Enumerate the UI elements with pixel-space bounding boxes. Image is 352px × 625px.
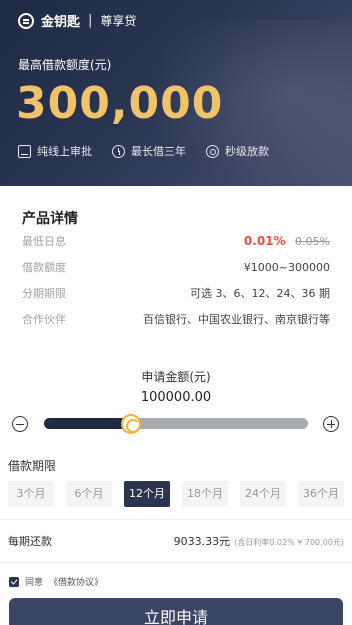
feature-label: 秒级放款 <box>225 145 269 158</box>
agreement-prefix: 同意 <box>25 578 44 588</box>
feature-label: 最长借三年 <box>131 145 186 158</box>
detail-row-amount: 借款额度 ¥1000~300000 <box>22 254 330 280</box>
agreement-checkbox[interactable] <box>9 576 19 587</box>
period-option[interactable]: 6个月 <box>66 481 112 507</box>
feature-label: 纯线上审批 <box>37 145 92 158</box>
detail-key: 借款额度 <box>22 261 66 274</box>
detail-key: 最低日息 <box>22 235 66 248</box>
document-icon <box>18 144 31 158</box>
detail-key: 合作伙伴 <box>22 313 66 326</box>
detail-row-partners: 合作伙伴 百信银行、中国农业银行、南京银行等 <box>22 306 330 332</box>
divider <box>0 562 352 563</box>
brand-name: 金钥匙 <box>41 15 81 30</box>
repayment-row: 每期还款 9033.33元 (含日利率0.02% ¥ 700.00元) <box>8 533 344 549</box>
divider <box>0 519 352 520</box>
feature-fast-loan: 秒级放款 <box>206 143 269 159</box>
detail-rate: 0.01% 0.05% <box>244 234 330 248</box>
repayment-info: 9033.33元 (含日利率0.02% ¥ 700.00元) <box>174 533 344 549</box>
period-option[interactable]: 18个月 <box>182 481 228 507</box>
repayment-label: 每期还款 <box>8 535 52 548</box>
product-details: 产品详情 最低日息 0.01% 0.05% 借款额度 ¥1000~300000 … <box>0 186 352 332</box>
header-banner: 金钥匙 | 尊享贷 最高借款额度(元) 300,000 纯线上审批 最长借三年 … <box>0 0 352 186</box>
period-options: 3个月 6个月 12个月 18个月 24个月 36个月 <box>8 481 344 507</box>
loan-agreement-link[interactable]: 《借款协议》 <box>49 575 103 588</box>
amount-slider-track[interactable] <box>44 418 308 429</box>
agreement: 同意 《借款协议》 <box>9 575 103 588</box>
brand-product: 尊享贷 <box>100 14 137 28</box>
feature-three-years: 最长借三年 <box>112 143 186 159</box>
increase-amount-icon[interactable] <box>323 416 339 432</box>
apply-amount-value: 100000.00 <box>140 390 212 405</box>
brand-separator: | <box>88 13 93 28</box>
period-label: 借款期限 <box>8 459 57 473</box>
feature-list: 纯线上审批 最长借三年 秒级放款 <box>18 143 269 159</box>
max-amount-label: 最高借款额度(元) <box>18 58 112 72</box>
detail-row-min-rate: 最低日息 0.01% 0.05% <box>22 228 330 254</box>
period-option[interactable]: 24个月 <box>240 481 286 507</box>
detail-key: 分期期限 <box>22 287 66 300</box>
detail-row-term: 分期期限 可选 3、6、12、24、36 期 <box>22 280 330 306</box>
period-option[interactable]: 3个月 <box>8 481 54 507</box>
apply-amount-label: 申请金额(元) <box>141 370 211 384</box>
detail-value: ¥1000~300000 <box>243 260 330 274</box>
repayment-amount: 9033.33元 <box>173 535 231 548</box>
period-option[interactable]: 12个月 <box>124 481 170 507</box>
feature-online-approval: 纯线上审批 <box>18 143 92 159</box>
amount-slider-fill <box>44 418 131 429</box>
max-amount-value: 300,000 <box>16 78 224 129</box>
period-option[interactable]: 36个月 <box>298 481 344 507</box>
amount-slider-thumb[interactable] <box>121 414 141 434</box>
details-title: 产品详情 <box>22 211 78 227</box>
lightning-icon <box>206 144 219 158</box>
detail-value: 百信银行、中国农业银行、南京银行等 <box>143 313 330 326</box>
original-rate: 0.05% <box>295 235 330 248</box>
clock-icon <box>112 144 125 158</box>
current-rate: 0.01% <box>243 234 286 248</box>
apply-now-button[interactable]: 立即申请 <box>9 598 343 625</box>
detail-value: 可选 3、6、12、24、36 期 <box>190 287 330 300</box>
repayment-note: (含日利率0.02% ¥ 700.00元) <box>234 538 344 547</box>
brand: 金钥匙 | 尊享贷 <box>18 11 136 30</box>
brand-logo-icon <box>18 12 34 29</box>
decrease-amount-icon[interactable] <box>12 416 28 432</box>
